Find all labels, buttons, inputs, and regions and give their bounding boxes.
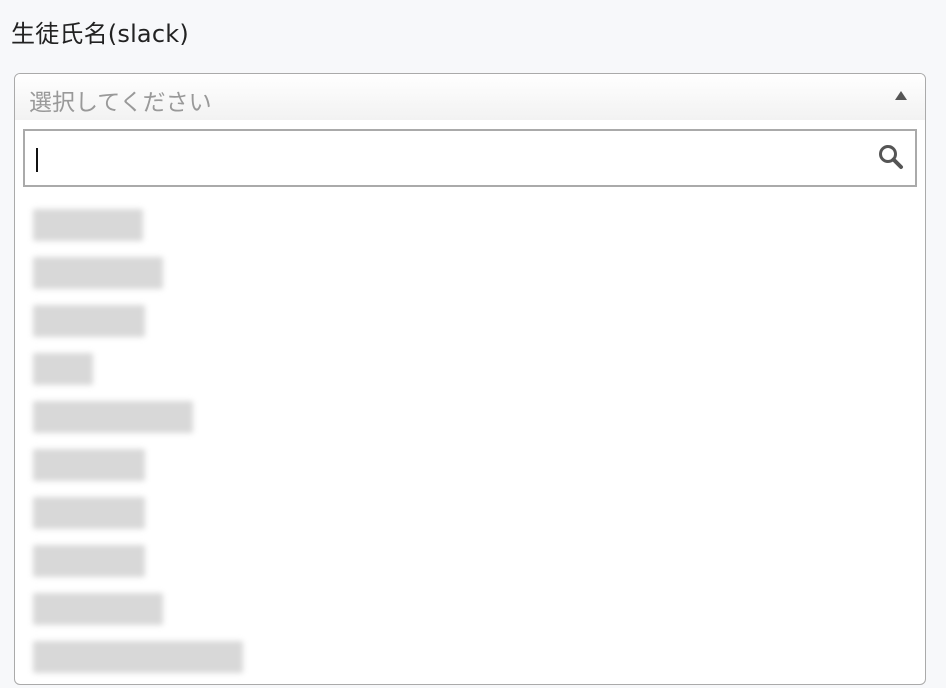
redacted-label xyxy=(33,353,93,385)
redacted-label xyxy=(33,497,145,529)
option-item[interactable] xyxy=(23,442,917,490)
options-list xyxy=(23,202,917,682)
option-item[interactable] xyxy=(23,346,917,394)
option-item[interactable] xyxy=(23,538,917,586)
redacted-label xyxy=(33,257,163,289)
select-placeholder: 選択してください xyxy=(29,90,212,116)
redacted-label xyxy=(33,641,243,673)
caret-up-icon[interactable] xyxy=(895,91,907,100)
student-select[interactable]: 選択してください xyxy=(14,73,926,685)
field-label: 生徒氏名(slack) xyxy=(11,20,189,48)
option-item[interactable] xyxy=(23,394,917,442)
select-head[interactable]: 選択してください xyxy=(15,74,925,120)
redacted-label xyxy=(33,593,163,625)
text-cursor xyxy=(36,148,38,172)
search-field[interactable] xyxy=(23,129,917,187)
search-input[interactable] xyxy=(25,131,915,185)
option-item[interactable] xyxy=(23,490,917,538)
option-item[interactable] xyxy=(23,298,917,346)
redacted-label xyxy=(33,209,143,241)
search-icon xyxy=(879,145,903,169)
redacted-label xyxy=(33,305,145,337)
redacted-label xyxy=(33,449,145,481)
option-item[interactable] xyxy=(23,634,917,682)
redacted-label xyxy=(33,545,145,577)
option-item[interactable] xyxy=(23,202,917,250)
option-item[interactable] xyxy=(23,586,917,634)
redacted-label xyxy=(33,401,193,433)
option-item[interactable] xyxy=(23,250,917,298)
